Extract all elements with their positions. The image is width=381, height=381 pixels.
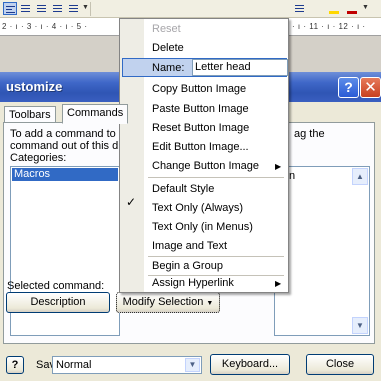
tab-commands-label: Commands — [67, 107, 124, 119]
align-left-button[interactable] — [3, 2, 17, 15]
keyboard-button-label: Keyboard... — [221, 358, 279, 370]
menu-item-reset: Reset — [152, 23, 181, 35]
tab-toolbars-label: Toolbars — [9, 109, 51, 121]
menu-item-delete[interactable]: Delete — [152, 42, 184, 54]
align-right-button[interactable] — [35, 2, 49, 15]
description-button[interactable]: Description — [6, 292, 110, 313]
numbering-button[interactable] — [293, 2, 307, 15]
modify-selection-label: Modify Selection — [122, 296, 204, 308]
justify-button[interactable] — [51, 2, 65, 15]
button-context-menu: Reset Delete Name: Letter head Copy Butt… — [119, 18, 289, 293]
dialog-footer: ? Save in: Normal ▼ Keyboard... Close — [0, 348, 381, 381]
menu-item-default-style[interactable]: Default Style — [152, 183, 214, 195]
selected-command-label: Selected command: — [7, 280, 105, 292]
menu-item-text-only-always[interactable]: Text Only (Always) — [152, 202, 243, 214]
chevron-down-icon: ▼ — [362, 4, 369, 11]
categories-label: Categories: — [10, 152, 67, 164]
align-center-button[interactable] — [19, 2, 33, 15]
instructions-right: ag the — [294, 128, 325, 140]
formatting-toolbar: ▼ ▼ — [0, 0, 381, 18]
help-icon[interactable]: ? — [338, 77, 359, 98]
highlight-color-icon — [329, 11, 339, 14]
dialog-title: ustomize — [6, 79, 63, 94]
menu-item-image-and-text[interactable]: Image and Text — [152, 240, 227, 252]
line-spacing-button[interactable] — [67, 2, 81, 15]
keyboard-button[interactable]: Keyboard... — [210, 354, 290, 375]
menu-item-assign-hyperlink[interactable]: Assign Hyperlink — [152, 277, 234, 289]
menu-separator — [148, 275, 284, 276]
submenu-arrow-icon: ▶ — [275, 279, 282, 288]
menu-separator — [148, 256, 284, 257]
scroll-up-icon[interactable]: ▲ — [352, 168, 368, 185]
commands-fragment: n — [289, 170, 296, 182]
help-icon[interactable]: ? — [6, 356, 24, 374]
menu-item-paste-button-image[interactable]: Paste Button Image — [152, 103, 249, 115]
ruler-scale-left: 2 · ı · 3 · ı · 4 · ı · 5 · — [2, 22, 88, 31]
font-color-icon — [347, 11, 357, 14]
toolbar-divider — [90, 2, 91, 16]
menu-item-reset-button-image[interactable]: Reset Button Image — [152, 122, 249, 134]
chevron-down-icon: ▼ — [206, 300, 214, 307]
menu-item-name-label: Name: — [152, 62, 185, 74]
close-icon[interactable]: ✕ — [360, 77, 381, 98]
close-button-label: Close — [325, 358, 355, 370]
instructions-line2: command out of this di — [10, 140, 121, 152]
menu-item-begin-group[interactable]: Begin a Group — [152, 260, 223, 272]
list-item[interactable]: Macros — [12, 168, 118, 181]
border-button[interactable] — [309, 2, 323, 15]
highlight-button[interactable] — [327, 2, 341, 15]
close-button[interactable]: Close — [306, 354, 374, 375]
modify-selection-button[interactable]: Modify Selection ▼ — [116, 292, 220, 313]
chevron-down-icon[interactable]: ▼ — [185, 358, 200, 372]
name-input[interactable]: Letter head — [192, 59, 288, 76]
instructions-line1: To add a command to a — [10, 128, 125, 140]
font-color-button[interactable] — [345, 2, 359, 15]
check-icon: ✓ — [126, 195, 137, 209]
submenu-arrow-icon: ▶ — [275, 162, 282, 171]
menu-item-copy-button-image[interactable]: Copy Button Image — [152, 83, 246, 95]
menu-item-change-button-image[interactable]: Change Button Image — [152, 160, 259, 172]
save-in-select[interactable]: Normal ▼ — [52, 356, 202, 374]
chevron-down-icon: ▼ — [82, 4, 89, 11]
menu-item-text-only-menus[interactable]: Text Only (in Menus) — [152, 221, 253, 233]
menu-separator — [148, 177, 284, 178]
scroll-down-icon[interactable]: ▼ — [352, 317, 368, 334]
description-button-label: Description — [30, 296, 86, 308]
menu-item-edit-button-image[interactable]: Edit Button Image... — [152, 141, 249, 153]
tab-commands[interactable]: Commands — [62, 104, 129, 124]
save-in-value: Normal — [56, 359, 92, 371]
ruler-scale-right: · ı · 11 · ı · 12 · ı · — [292, 22, 366, 31]
